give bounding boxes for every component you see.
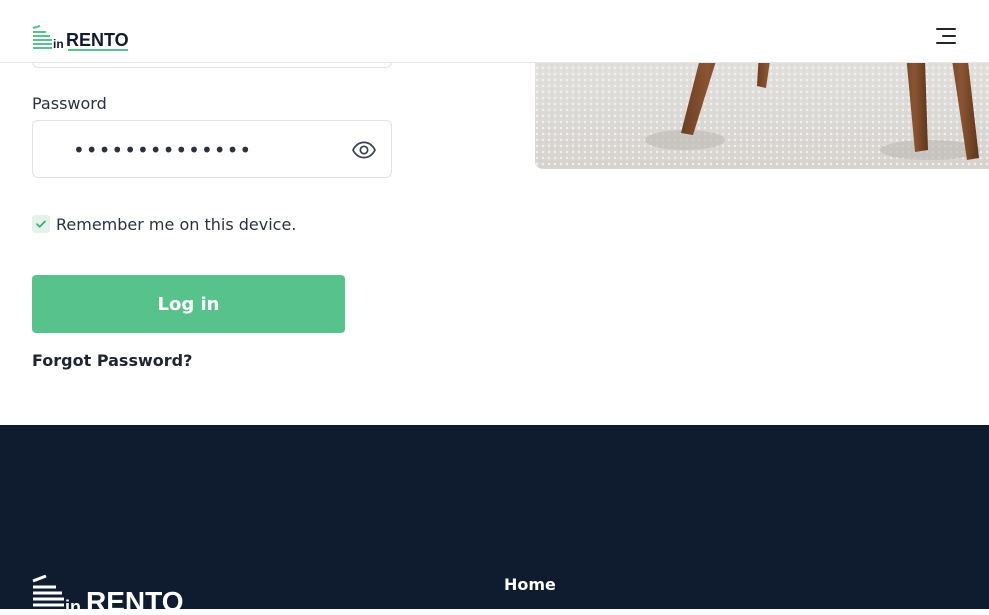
password-value: •••••••••••••• [73,138,253,162]
inrento-logo[interactable]: in RENTO [32,25,132,51]
check-icon [36,220,46,228]
login-section: Password •••••••••••••• Remember me on t… [0,0,989,425]
hamburger-menu-icon[interactable] [931,24,959,48]
login-button[interactable]: Log in [32,275,345,333]
site-footer: in RENTO Home [0,425,989,615]
remember-me-checkbox[interactable] [32,215,50,233]
remember-me-row: Remember me on this device. [32,212,296,236]
forgot-password-link[interactable]: Forgot Password? [32,351,192,370]
eye-icon[interactable] [351,137,377,163]
footer-nav-home[interactable]: Home [504,575,556,594]
site-header: in RENTO [0,0,989,63]
svg-text:in: in [65,597,81,615]
svg-text:in: in [53,37,64,51]
svg-text:RENTO: RENTO [86,586,184,615]
password-label: Password [32,94,107,113]
svg-text:RENTO: RENTO [66,30,129,50]
remember-me-label: Remember me on this device. [56,214,297,234]
password-field[interactable]: •••••••••••••• [32,120,392,178]
footer-logo[interactable]: in RENTO [32,575,196,615]
